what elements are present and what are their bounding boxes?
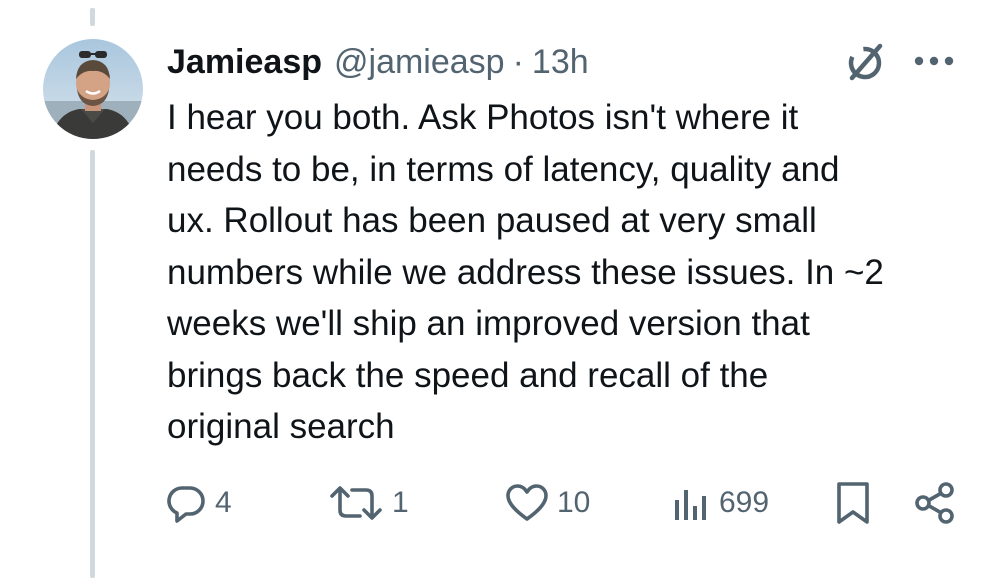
avatar-image xyxy=(43,39,143,139)
tweet-timestamp[interactable]: 13h xyxy=(532,43,589,82)
views-button[interactable]: 699 xyxy=(671,477,769,529)
tweet-header: Jamieasp @jamieasp · 13h xyxy=(167,38,589,86)
thread-line-bottom xyxy=(90,150,95,578)
tweet-text-line: ux. Rollout has been paused at very smal… xyxy=(167,201,817,240)
tweet-text-line: brings back the speed and recall of the xyxy=(167,355,769,395)
bookmark-button[interactable] xyxy=(833,477,873,529)
reply-count: 4 xyxy=(215,486,232,519)
share-button[interactable] xyxy=(912,477,958,529)
views-bar-chart-icon xyxy=(675,490,706,520)
like-button[interactable]: 10 xyxy=(505,477,590,529)
share-icon xyxy=(915,482,954,524)
grok-icon[interactable] xyxy=(843,40,887,84)
author-handle[interactable]: @jamieasp xyxy=(334,43,505,82)
like-count: 10 xyxy=(557,486,591,519)
avatar[interactable] xyxy=(43,39,143,139)
repost-icon xyxy=(330,486,382,520)
repost-count: 1 xyxy=(392,486,409,519)
heart-icon xyxy=(506,484,548,521)
tweet-text-line: weeks we'll ship an improved version tha… xyxy=(167,304,810,343)
header-separator: · xyxy=(512,42,524,81)
tweet-text-line: numbers while we address these issues. I… xyxy=(167,252,884,292)
bookmark-icon xyxy=(837,482,869,524)
reply-button[interactable]: 4 xyxy=(165,477,232,529)
author-display-name[interactable]: Jamieasp xyxy=(167,43,322,82)
tweet-text-line: needs to be, in terms of latency, qualit… xyxy=(167,149,840,189)
thread-line-top xyxy=(90,8,95,26)
views-count: 699 xyxy=(719,486,770,519)
tweet-text-line: I hear you both. Ask Photos isn't where … xyxy=(167,98,799,137)
more-dots-icon[interactable] xyxy=(911,51,957,71)
tweet-text-line: original search xyxy=(167,407,395,446)
reply-icon xyxy=(167,486,205,523)
tweet-text: I hear you both. Ask Photos isn't where … xyxy=(167,92,967,453)
repost-button[interactable]: 1 xyxy=(328,477,409,529)
